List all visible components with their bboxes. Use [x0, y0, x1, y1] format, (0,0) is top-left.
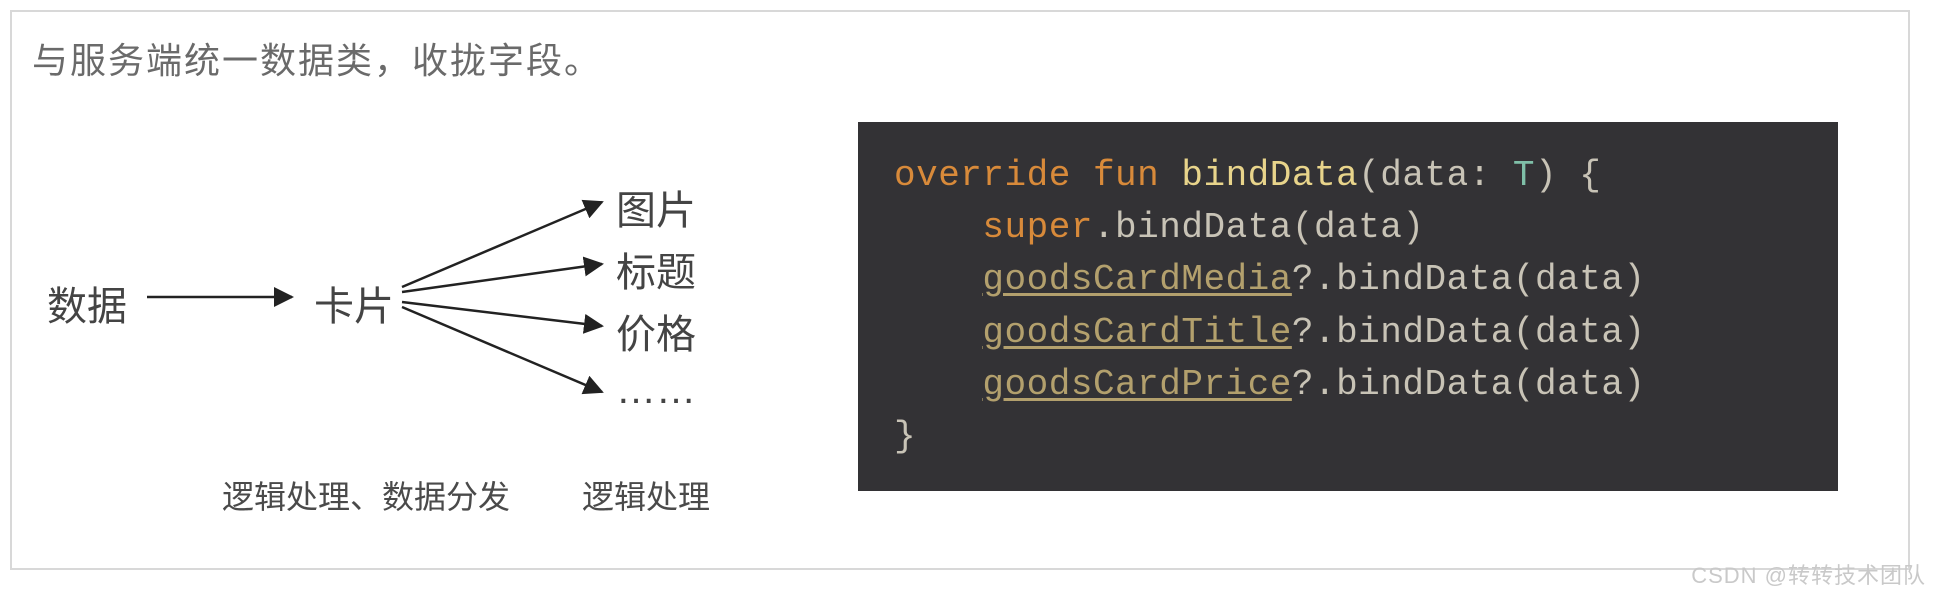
- node-target-0: 图片: [616, 178, 696, 236]
- l3-rest: ?.bindData(data): [1292, 259, 1646, 300]
- l4-rest: ?.bindData(data): [1292, 312, 1646, 353]
- id-goodsCardTitle: goodsCardTitle: [982, 312, 1291, 353]
- flow-diagram: 数据 卡片 图片 标题 价格 …… 逻辑处理、数据分发 逻辑处理: [12, 132, 792, 552]
- kw-fun: fun: [1093, 155, 1159, 196]
- kw-super: super: [982, 207, 1093, 248]
- brace-close: }: [894, 416, 916, 457]
- diagram-frame: 与服务端统一数据类，收拢字段。 数据 卡片 图片 标题 价格 …… 逻辑处理、数…: [10, 10, 1910, 570]
- fn-bindData: bindData: [1181, 155, 1358, 196]
- node-hub: 卡片: [314, 274, 394, 332]
- node-target-3: ……: [616, 368, 696, 413]
- node-target-2: 价格: [616, 302, 696, 360]
- id-goodsCardMedia: goodsCardMedia: [982, 259, 1291, 300]
- l5-rest: ?.bindData(data): [1292, 364, 1646, 405]
- type-T: T: [1513, 155, 1535, 196]
- code-snippet: override fun bindData(data: T) { super.b…: [858, 122, 1838, 491]
- sig-close: ) {: [1535, 155, 1601, 196]
- id-goodsCardPrice: goodsCardPrice: [982, 364, 1291, 405]
- paren-open: (data:: [1358, 155, 1513, 196]
- caption-right: 逻辑处理: [582, 472, 710, 518]
- kw-override: override: [894, 155, 1071, 196]
- heading-text: 与服务端统一数据类，收拢字段。: [12, 12, 1908, 84]
- l2-rest: .bindData(data): [1093, 207, 1425, 248]
- watermark: CSDN @转转技术团队: [1691, 558, 1926, 590]
- caption-left: 逻辑处理、数据分发: [222, 472, 510, 518]
- node-target-1: 标题: [616, 240, 696, 298]
- node-source: 数据: [47, 274, 127, 332]
